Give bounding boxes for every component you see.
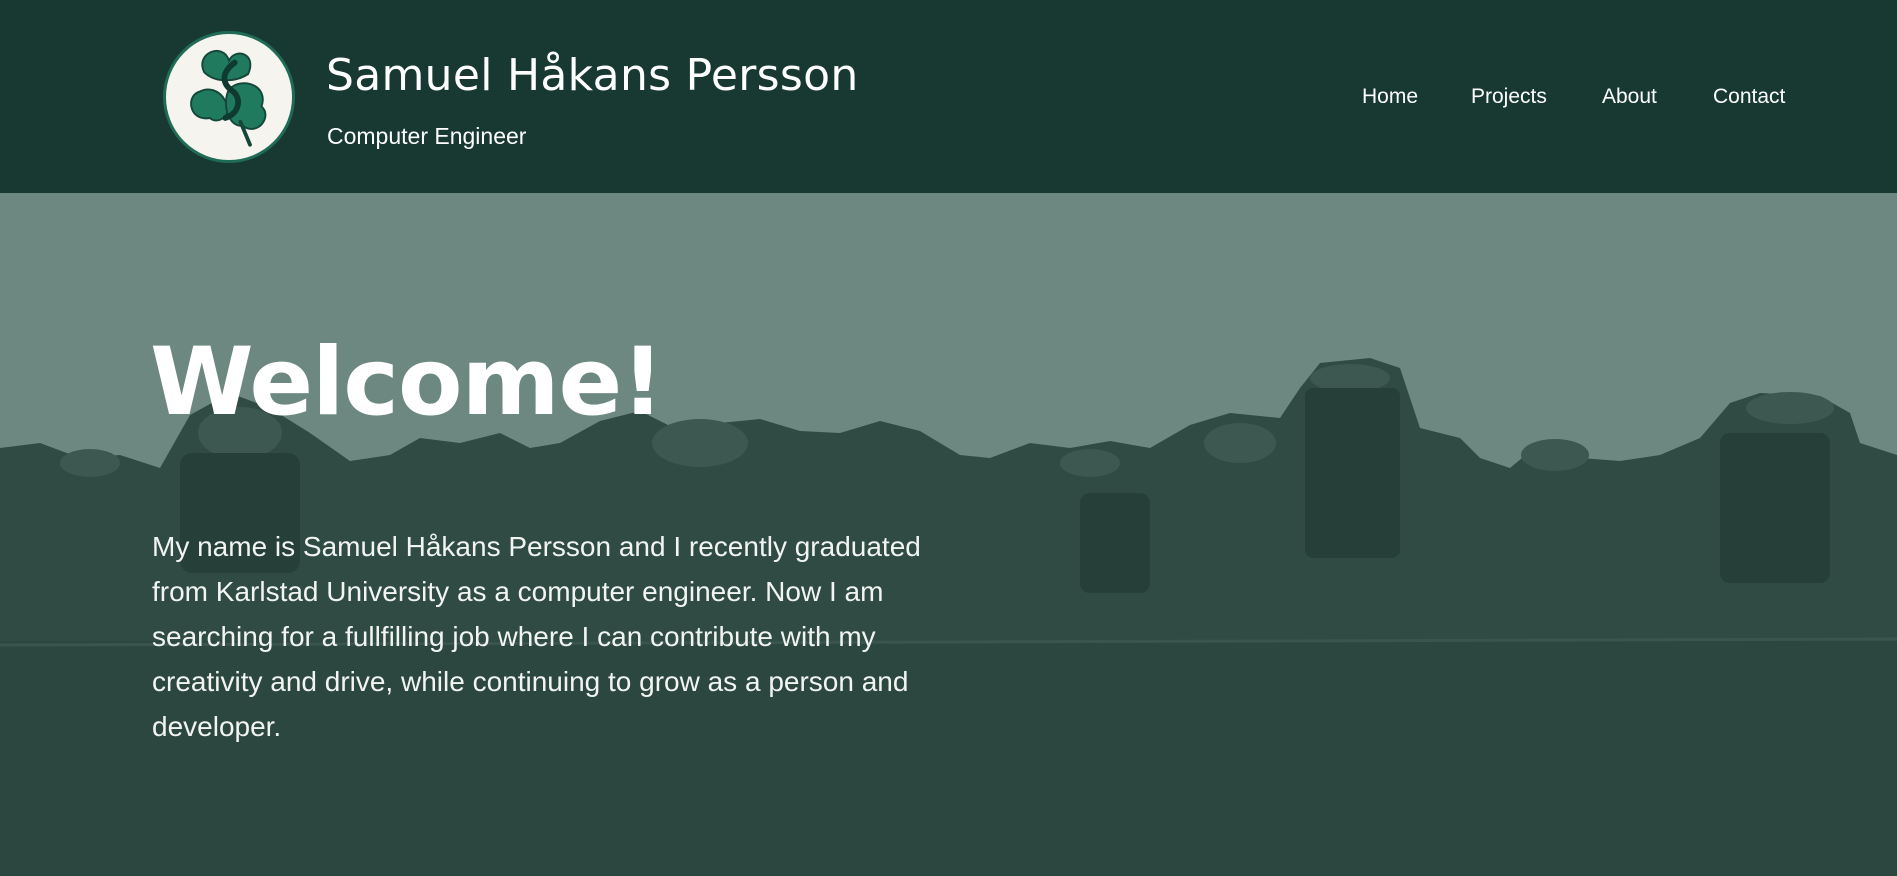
intro-paragraph: My name is Samuel Håkans Persson and I r… (152, 531, 921, 742)
nav-link-about[interactable]: About (1602, 84, 1657, 110)
welcome-heading: Welcome! (150, 328, 664, 437)
nav-link-contact[interactable]: Contact (1713, 84, 1785, 110)
site-subtitle: Computer Engineer (327, 123, 527, 149)
site-header: Samuel Håkans Persson Computer Engineer … (0, 0, 1897, 193)
nav-link-home[interactable]: Home (1362, 84, 1418, 110)
main-nav: Home Projects About Contact (0, 84, 1897, 114)
nav-link-projects[interactable]: Projects (1471, 84, 1547, 110)
hero-section: Welcome! My name is Samuel Håkans Persso… (0, 193, 1897, 876)
